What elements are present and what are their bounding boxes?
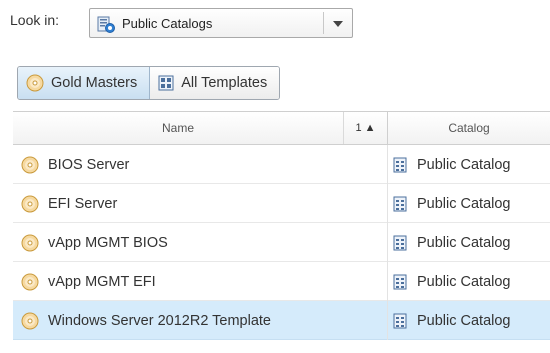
catalog-icon [393,313,407,328]
row-catalog-cell: Public Catalog [387,223,550,262]
look-in-dropdown[interactable]: Public Catalogs [89,8,353,38]
row-catalog: Public Catalog [417,312,511,329]
table-row[interactable]: vApp MGMT BIOS Public Catalog [13,223,550,262]
row-name-cell: vApp MGMT BIOS [21,223,168,262]
grid-header: Name 1 ▲ Catalog [13,111,550,145]
row-catalog-cell: Public Catalog [387,301,550,340]
column-header-catalog[interactable]: Catalog [387,112,550,144]
catalog-folder-icon [97,16,115,33]
table-row[interactable]: vApp MGMT EFI Public Catalog [13,262,550,301]
all-templates-button[interactable]: All Templates [150,67,280,99]
catalog-icon [393,157,407,172]
sort-indicator[interactable]: 1 ▲ [343,112,387,144]
row-name-cell: Windows Server 2012R2 Template [21,301,271,340]
row-catalog-cell: Public Catalog [387,145,550,184]
disc-icon [21,156,39,173]
templates-grid: Name 1 ▲ Catalog BIOS Server Public Cata… [13,111,550,353]
disc-icon [21,312,39,329]
gold-masters-button[interactable]: Gold Masters [18,67,151,99]
row-name: EFI Server [48,195,118,212]
dropdown-divider [323,12,324,34]
look-in-value: Public Catalogs [122,16,213,31]
table-row[interactable]: EFI Server Public Catalog [13,184,550,223]
gold-masters-label: Gold Masters [51,75,138,91]
catalog-icon [393,274,407,289]
row-name: vApp MGMT EFI [48,273,156,290]
chevron-down-icon[interactable] [333,21,343,27]
row-catalog: Public Catalog [417,234,511,251]
disc-icon [21,195,39,212]
catalog-icon [393,235,407,250]
catalog-icon [393,196,407,211]
column-header-name[interactable]: Name [13,112,343,144]
row-catalog: Public Catalog [417,156,511,173]
row-name-cell: EFI Server [21,184,117,223]
disc-icon [21,234,39,251]
disc-icon [21,273,39,290]
row-catalog-cell: Public Catalog [387,262,550,301]
look-in-label: Look in: [10,12,60,28]
row-name: BIOS Server [48,156,130,173]
table-row-selected[interactable]: Windows Server 2012R2 Template Public Ca… [13,301,550,340]
table-row[interactable]: BIOS Server Public Catalog [13,145,550,184]
row-name-cell: BIOS Server [21,145,129,184]
row-catalog: Public Catalog [417,273,511,290]
row-name: Windows Server 2012R2 Template [48,312,271,329]
view-toggle-group: Gold Masters All Templates [17,66,281,100]
disc-icon [26,74,44,92]
row-name: vApp MGMT BIOS [48,234,168,251]
row-name-cell: vApp MGMT EFI [21,262,156,301]
grid-icon [158,75,174,91]
row-catalog-cell: Public Catalog [387,184,550,223]
row-catalog: Public Catalog [417,195,511,212]
all-templates-label: All Templates [181,75,268,91]
